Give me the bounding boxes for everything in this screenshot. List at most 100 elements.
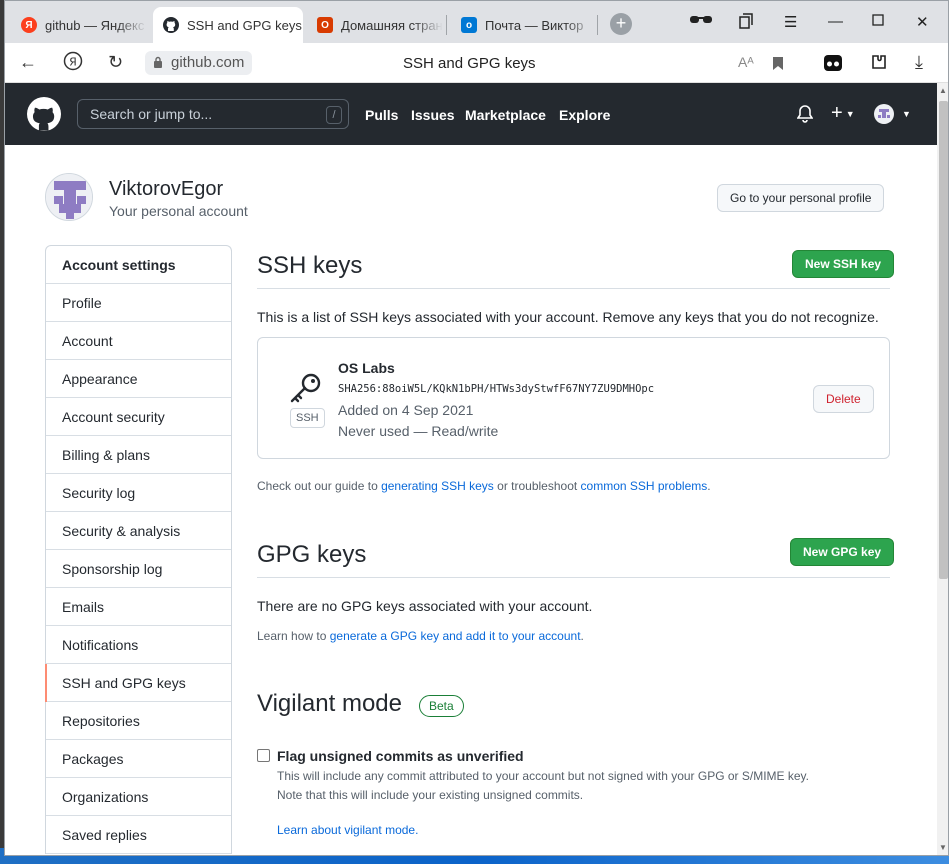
learn-vigilant-mode-link[interactable]: Learn about vigilant mode. <box>277 823 418 837</box>
vigilant-mode-heading: Vigilant mode <box>257 690 402 717</box>
sidebar-item-saved-replies[interactable]: Saved replies <box>46 816 231 854</box>
sidebar-header: Account settings <box>46 246 231 284</box>
caret-down-icon: ▼ <box>902 109 911 119</box>
lock-icon <box>154 56 162 68</box>
tab-fade <box>117 7 147 43</box>
new-tab-button[interactable]: + <box>610 13 632 35</box>
ssh-badge: SSH <box>290 408 325 428</box>
ssh-key-added-date: Added on 4 Sep 2021 <box>338 402 474 418</box>
ssh-keys-heading: SSH keys <box>257 252 363 279</box>
tab-ssh-gpg[interactable]: SSH and GPG keys ✕ <box>153 7 303 43</box>
close-window-icon[interactable]: ✕ <box>916 13 929 31</box>
ssh-key-name: OS Labs <box>338 360 395 376</box>
outlook-icon: o <box>461 17 477 33</box>
sidebar-item-account-security[interactable]: Account security <box>46 398 231 436</box>
office-icon: O <box>317 17 333 33</box>
settings-sidebar: Account settings Profile Account Appeara… <box>45 245 232 854</box>
search-placeholder: Search or jump to... <box>90 106 213 122</box>
delete-ssh-key-button[interactable]: Delete <box>813 385 874 413</box>
ssh-key-item: SSH OS Labs SHA256:88oiW5L/KQkN1bPH/HTWs… <box>257 337 890 459</box>
back-arrow-icon[interactable]: ← <box>19 52 37 73</box>
sidebar-item-profile[interactable]: Profile <box>46 284 231 322</box>
scroll-up-icon[interactable]: ▲ <box>939 86 947 95</box>
common-ssh-problems-link[interactable]: common SSH problems <box>581 479 708 493</box>
notifications-bell-icon[interactable] <box>796 105 814 128</box>
user-avatar-menu[interactable]: ▼ <box>873 103 911 130</box>
new-gpg-key-button[interactable]: New GPG key <box>790 538 895 566</box>
ssh-description: This is a list of SSH keys associated wi… <box>257 309 879 325</box>
divider <box>257 577 890 578</box>
ssh-key-usage: Never used — Read/write <box>338 423 499 439</box>
sidebar-item-sponsorship-log[interactable]: Sponsorship log <box>46 550 231 588</box>
sidebar-item-emails[interactable]: Emails <box>46 588 231 626</box>
minimize-icon[interactable]: — <box>828 13 843 30</box>
bookmark-icon[interactable] <box>772 55 784 76</box>
ssh-guide-prefix: Check out our guide to <box>257 479 382 493</box>
flag-unsigned-commits-checkbox[interactable] <box>257 749 270 762</box>
scrollbar-thumb[interactable] <box>939 101 948 579</box>
tab-title: SSH and GPG keys <box>187 17 302 33</box>
download-icon[interactable]: ⤓ <box>915 52 923 73</box>
browser-window: Я github — Яндекс SSH and GPG keys ✕ O Д… <box>4 0 949 856</box>
gpg-learn-prefix: Learn how to <box>257 629 330 643</box>
generating-ssh-keys-link[interactable]: generating SSH keys <box>381 479 494 493</box>
flag-unsigned-commits-label[interactable]: Flag unsigned commits as unverified <box>277 748 524 764</box>
scroll-down-icon[interactable]: ▼ <box>939 843 947 852</box>
address-bar: ← Я ↻ github.com SSH and GPG keys Aᴬ ⤓ <box>5 43 948 83</box>
menu-icon[interactable]: ☰ <box>784 13 797 31</box>
beta-badge: Beta <box>419 695 464 717</box>
gpg-empty-text: There are no GPG keys associated with yo… <box>257 598 593 614</box>
yandex-icon: Я <box>21 17 37 33</box>
tab-fade <box>565 7 595 43</box>
reload-icon[interactable]: ↻ <box>108 52 123 73</box>
personal-profile-button[interactable]: Go to your personal profile <box>717 184 885 212</box>
settings-page: ViktorovEgor Your personal account Go to… <box>5 145 937 855</box>
nav-issues[interactable]: Issues <box>411 107 455 123</box>
nav-pulls[interactable]: Pulls <box>365 107 398 123</box>
gpg-learn-text: Learn how to generate a GPG key and add … <box>257 629 584 643</box>
incognito-glasses-icon[interactable] <box>689 13 713 31</box>
yandex-home-icon[interactable]: Я <box>63 51 83 76</box>
url-field[interactable]: github.com <box>145 51 253 75</box>
sidebar-item-packages[interactable]: Packages <box>46 740 231 778</box>
vigilant-description-line2: Note that this will include your existin… <box>277 788 584 802</box>
maximize-icon[interactable] <box>872 13 884 30</box>
tab-separator <box>597 15 598 35</box>
sidebar-item-account[interactable]: Account <box>46 322 231 360</box>
profile-avatar[interactable] <box>45 173 93 221</box>
github-logo-icon[interactable] <box>27 97 61 131</box>
ssh-guide-suffix: . <box>707 479 711 493</box>
divider <box>257 288 890 289</box>
page-title: SSH and GPG keys <box>403 55 536 72</box>
svg-text:Я: Я <box>69 56 77 69</box>
extension-puzzle-icon[interactable] <box>870 53 888 76</box>
tab-strip: Я github — Яндекс SSH and GPG keys ✕ O Д… <box>5 1 948 43</box>
key-icon <box>290 373 321 403</box>
collections-icon[interactable] <box>739 13 753 33</box>
sidebar-item-ssh-gpg-keys[interactable]: SSH and GPG keys <box>45 664 231 702</box>
sidebar-item-notifications[interactable]: Notifications <box>46 626 231 664</box>
generate-gpg-key-link[interactable]: generate a GPG key and add it to your ac… <box>330 629 581 643</box>
account-username: ViktorovEgor <box>109 178 224 200</box>
sidebar-item-appearance[interactable]: Appearance <box>46 360 231 398</box>
ssh-guide-middle: or troubleshoot <box>493 479 581 493</box>
new-ssh-key-button[interactable]: New SSH key <box>792 250 895 278</box>
gpg-keys-heading: GPG keys <box>257 541 367 568</box>
github-header: Search or jump to... / Pulls Issues Mark… <box>5 83 937 145</box>
nav-marketplace[interactable]: Marketplace <box>465 107 546 123</box>
nav-explore[interactable]: Explore <box>559 107 610 123</box>
github-icon <box>163 17 179 33</box>
create-new-plus-icon[interactable]: + ▼ <box>831 102 855 125</box>
search-shortcut-hint: / <box>326 106 342 124</box>
sidebar-item-organizations[interactable]: Organizations <box>46 778 231 816</box>
sidebar-item-billing[interactable]: Billing & plans <box>46 436 231 474</box>
extension-icon[interactable] <box>823 53 843 78</box>
ssh-guide-text: Check out our guide to generating SSH ke… <box>257 479 711 493</box>
sidebar-item-security-analysis[interactable]: Security & analysis <box>46 512 231 550</box>
translate-icon[interactable]: Aᴬ <box>738 54 754 70</box>
scrollbar[interactable]: ▲ ▼ <box>937 83 948 855</box>
sidebar-item-repositories[interactable]: Repositories <box>46 702 231 740</box>
sidebar-item-security-log[interactable]: Security log <box>46 474 231 512</box>
search-input[interactable]: Search or jump to... / <box>77 99 349 129</box>
vigilant-description-line1: This will include any commit attributed … <box>277 769 810 783</box>
